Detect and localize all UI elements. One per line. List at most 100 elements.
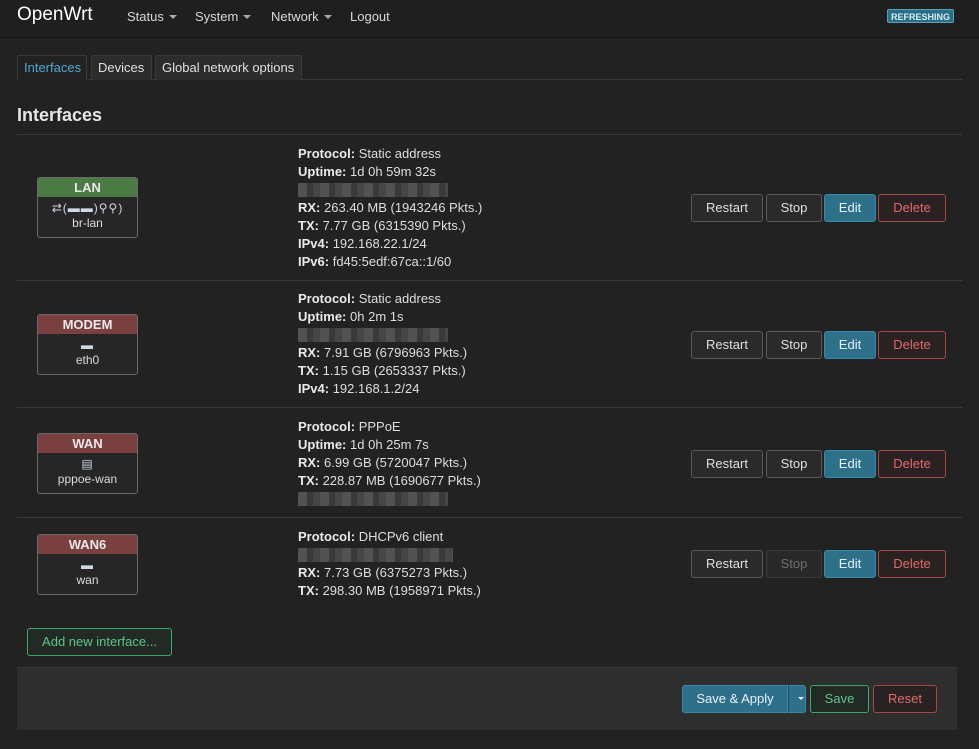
interface-status: Protocol: DHCPv6 client RX: 7.73 GB (637… <box>298 528 481 600</box>
menu-status[interactable]: Status <box>127 9 177 24</box>
stop-button[interactable]: Stop <box>766 331 822 359</box>
add-interface-button[interactable]: Add new interface... <box>27 628 172 656</box>
protocol-value: Static address <box>358 146 442 161</box>
interface-status: Protocol: Static address Uptime: 0h 2m 1… <box>298 290 467 398</box>
interface-device: eth0 <box>75 353 100 367</box>
edit-button[interactable]: Edit <box>824 194 876 222</box>
redacted-mac <box>298 328 448 342</box>
save-apply-button[interactable]: Save & Apply <box>682 685 788 713</box>
page-title: Interfaces <box>17 105 103 125</box>
chevron-down-icon <box>168 15 177 19</box>
interface-badge-wan6: WAN6 ▬ wan <box>37 534 138 595</box>
edit-button[interactable]: Edit <box>824 331 876 359</box>
redacted-address <box>298 548 453 562</box>
redacted-mac <box>298 183 448 197</box>
ipv4-value: 192.168.22.1/24 <box>332 236 427 251</box>
restart-button[interactable]: Restart <box>691 194 763 222</box>
label-rx: RX: <box>298 565 321 580</box>
rx-value: 263.40 MB (1943246 Pkts.) <box>324 200 483 215</box>
interface-name: MODEM <box>38 315 137 334</box>
tab-interfaces[interactable]: Interfaces <box>17 55 87 81</box>
stop-button: Stop <box>766 550 822 578</box>
rx-value: 6.99 GB (5720047 Pkts.) <box>324 455 468 470</box>
label-protocol: Protocol: <box>298 529 356 544</box>
label-ipv6: IPv6: <box>298 254 330 269</box>
redacted-address <box>298 492 448 506</box>
delete-button[interactable]: Delete <box>878 550 946 578</box>
interface-device: br-lan <box>72 216 103 230</box>
uptime-value: 0h 2m 1s <box>350 309 404 324</box>
tunnel-icon: ▤ <box>81 457 94 471</box>
interface-device: pppoe-wan <box>57 472 118 486</box>
interface-badge-wan: WAN ▤ pppoe-wan <box>37 433 138 494</box>
label-rx: RX: <box>298 455 321 470</box>
restart-button[interactable]: Restart <box>691 550 763 578</box>
form-actions-bar: Save & Apply Save Reset <box>17 667 957 730</box>
label-rx: RX: <box>298 200 321 215</box>
tx-value: 298.30 MB (1958971 Pkts.) <box>322 583 481 598</box>
brand-logo[interactable]: OpenWrt <box>17 4 93 26</box>
stop-button[interactable]: Stop <box>766 450 822 478</box>
menu-system[interactable]: System <box>195 9 252 24</box>
save-button[interactable]: Save <box>810 685 869 713</box>
chevron-down-icon <box>798 697 804 700</box>
label-uptime: Uptime: <box>298 164 347 179</box>
menu-status-label: Status <box>127 9 164 24</box>
tab-global-network-options[interactable]: Global network options <box>155 55 302 80</box>
interface-row-wan: WAN ▤ pppoe-wan Protocol: PPPoE Uptime: … <box>17 409 962 518</box>
edit-button[interactable]: Edit <box>824 550 876 578</box>
label-uptime: Uptime: <box>298 309 347 324</box>
label-rx: RX: <box>298 345 321 360</box>
rx-value: 7.73 GB (6375273 Pkts.) <box>324 565 468 580</box>
bridge-port-icons: ⇄(▬▬)⚲⚲) <box>51 201 124 215</box>
refreshing-badge[interactable]: REFRESHING <box>887 9 955 23</box>
tab-bar: Interfaces Devices Global network option… <box>17 55 962 81</box>
tab-devices[interactable]: Devices <box>91 55 152 80</box>
label-tx: TX: <box>298 218 319 233</box>
ipv6-value: fd45:5edf:67ca::1/60 <box>332 254 452 269</box>
restart-button[interactable]: Restart <box>691 450 763 478</box>
edit-button[interactable]: Edit <box>824 450 876 478</box>
interface-name: WAN <box>38 434 137 453</box>
tx-value: 7.77 GB (6315390 Pkts.) <box>322 218 466 233</box>
top-navbar: OpenWrt Status System Network Logout REF… <box>0 0 979 38</box>
ethernet-port-icon: ▬ <box>81 558 94 572</box>
label-ipv4: IPv4: <box>298 236 330 251</box>
label-protocol: Protocol: <box>298 291 356 306</box>
label-protocol: Protocol: <box>298 146 356 161</box>
interface-row-wan6: WAN6 ▬ wan Protocol: DHCPv6 client RX: 7… <box>17 519 962 610</box>
chevron-down-icon <box>323 15 332 19</box>
label-tx: TX: <box>298 583 319 598</box>
label-tx: TX: <box>298 363 319 378</box>
interface-row-lan: LAN ⇄(▬▬)⚲⚲) br-lan Protocol: Static add… <box>17 135 962 281</box>
label-protocol: Protocol: <box>298 419 356 434</box>
protocol-value: DHCPv6 client <box>358 529 444 544</box>
label-tx: TX: <box>298 473 319 488</box>
label-ipv4: IPv4: <box>298 381 330 396</box>
tx-value: 1.15 GB (2653337 Pkts.) <box>322 363 466 378</box>
menu-system-label: System <box>195 9 239 24</box>
ethernet-port-icon: ▬ <box>81 338 94 352</box>
menu-network[interactable]: Network <box>271 9 332 24</box>
stop-button[interactable]: Stop <box>766 194 822 222</box>
reset-button[interactable]: Reset <box>873 685 937 713</box>
interface-status: Protocol: PPPoE Uptime: 1d 0h 25m 7s RX:… <box>298 418 481 508</box>
interface-name: LAN <box>38 178 137 197</box>
save-apply-dropdown[interactable] <box>788 685 806 713</box>
restart-button[interactable]: Restart <box>691 331 763 359</box>
uptime-value: 1d 0h 59m 32s <box>350 164 437 179</box>
rx-value: 7.91 GB (6796963 Pkts.) <box>324 345 468 360</box>
delete-button[interactable]: Delete <box>878 194 946 222</box>
delete-button[interactable]: Delete <box>878 450 946 478</box>
menu-logout[interactable]: Logout <box>350 9 390 24</box>
interface-name: WAN6 <box>38 535 137 554</box>
interface-badge-lan: LAN ⇄(▬▬)⚲⚲) br-lan <box>37 177 138 238</box>
tx-value: 228.87 MB (1690677 Pkts.) <box>322 473 481 488</box>
protocol-value: Static address <box>358 291 442 306</box>
delete-button[interactable]: Delete <box>878 331 946 359</box>
interface-device: wan <box>76 573 99 587</box>
interface-status: Protocol: Static address Uptime: 1d 0h 5… <box>298 145 482 271</box>
interface-badge-modem: MODEM ▬ eth0 <box>37 314 138 375</box>
label-uptime: Uptime: <box>298 437 347 452</box>
interface-row-modem: MODEM ▬ eth0 Protocol: Static address Up… <box>17 282 962 408</box>
